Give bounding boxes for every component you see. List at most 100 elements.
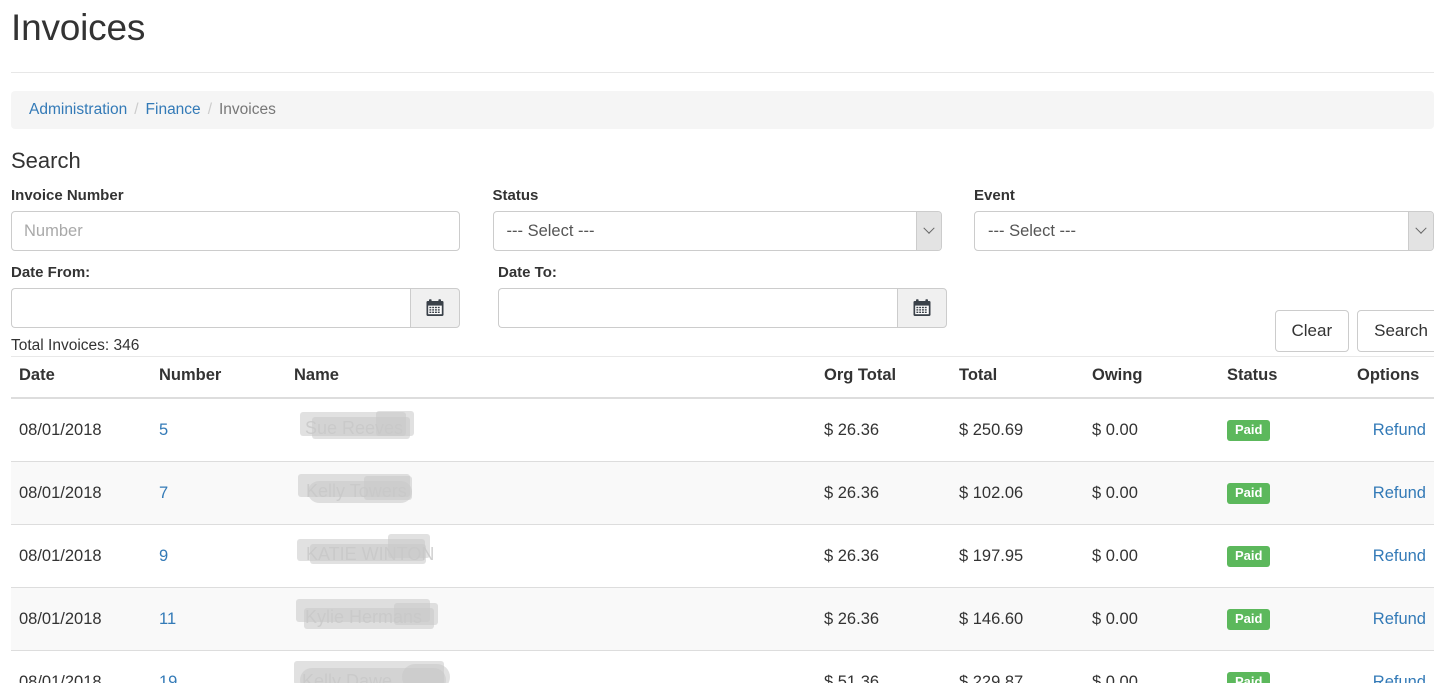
date-from-field-group: Date From: <box>11 263 498 328</box>
status-badge: Paid <box>1227 545 1271 567</box>
invoice-number-field-group: Invoice Number <box>11 186 493 251</box>
invoice-number-link[interactable]: 9 <box>159 547 168 565</box>
cell-org-total: $ 26.36 <box>816 398 951 462</box>
cell-number: 9 <box>151 524 286 588</box>
column-header-total[interactable]: Total <box>951 356 1084 399</box>
cell-number: 19 <box>151 650 286 683</box>
column-header-owing[interactable]: Owing <box>1084 356 1219 399</box>
cell-total: $ 250.69 <box>951 398 1084 462</box>
cell-owing: $ 0.00 <box>1084 524 1219 588</box>
invoice-number-link[interactable]: 11 <box>159 610 176 628</box>
cell-org-total: $ 51.36 <box>816 650 951 683</box>
redaction-mark <box>376 411 414 436</box>
breadcrumb-separator: / <box>207 101 212 118</box>
breadcrumb-item-administration[interactable]: Administration <box>29 101 127 119</box>
cell-owing: $ 0.00 <box>1084 587 1219 651</box>
status-badge: Paid <box>1227 608 1271 630</box>
breadcrumb-item-invoices: Invoices <box>219 101 276 118</box>
cell-date: 08/01/2018 <box>11 650 151 683</box>
cell-total: $ 229.87 <box>951 650 1084 683</box>
calendar-icon-button[interactable] <box>410 288 460 328</box>
cell-org-total: $ 26.36 <box>816 587 951 651</box>
column-header-number[interactable]: Number <box>151 356 286 399</box>
search-heading: Search <box>11 148 81 173</box>
cell-total: $ 102.06 <box>951 461 1084 525</box>
cell-options: Refund <box>1349 398 1434 462</box>
invoices-table-head: Date Number Name Org Total Total Owing S… <box>11 356 1434 399</box>
cell-name: Sue Reeves <box>286 398 816 462</box>
date-to-input[interactable] <box>498 288 897 328</box>
refund-link[interactable]: Refund <box>1373 547 1426 565</box>
cell-date: 08/01/2018 <box>11 524 151 588</box>
invoice-number-link[interactable]: 19 <box>159 673 177 683</box>
clear-button[interactable]: Clear <box>1274 310 1350 352</box>
page-title: Invoices <box>11 7 146 48</box>
date-from-input[interactable] <box>11 288 410 328</box>
breadcrumb: Administration / Finance / Invoices <box>11 91 1434 129</box>
cell-status: Paid <box>1219 524 1349 588</box>
event-select[interactable]: --- Select --- <box>974 211 1434 251</box>
column-header-org-total[interactable]: Org Total <box>816 356 951 399</box>
date-to-label: Date To: <box>498 264 557 281</box>
cell-name: KATIE WINTON <box>286 524 816 588</box>
table-row: 08/01/2018 7 Kelly Towers $ 26.36 $ 102.… <box>11 461 1434 525</box>
cell-options: Refund <box>1349 461 1434 525</box>
status-badge: Paid <box>1227 482 1271 504</box>
refund-link[interactable]: Refund <box>1373 673 1426 683</box>
status-select[interactable]: --- Select --- <box>492 211 942 251</box>
calendar-icon <box>913 299 931 316</box>
date-from-input-group <box>11 288 460 328</box>
status-badge: Paid <box>1227 419 1271 441</box>
refund-link[interactable]: Refund <box>1373 484 1426 502</box>
search-actions: Clear Search <box>1267 310 1434 352</box>
date-from-label: Date From: <box>11 264 91 281</box>
status-label: Status <box>492 187 539 204</box>
search-form-row-1: Invoice Number Status --- Select --- Eve… <box>11 186 1434 251</box>
breadcrumb-separator: / <box>134 101 139 118</box>
event-field-group: Event --- Select --- <box>974 186 1434 251</box>
cell-owing: $ 0.00 <box>1084 398 1219 462</box>
cell-total: $ 146.60 <box>951 587 1084 651</box>
chevron-down-icon <box>915 212 941 250</box>
table-row: 08/01/2018 11 Kylie Hermans $ 26.36 $ 14… <box>11 587 1434 651</box>
cell-options: Refund <box>1349 587 1434 651</box>
redaction-mark <box>388 534 430 558</box>
invoice-number-link[interactable]: 7 <box>159 484 168 502</box>
table-row: 08/01/2018 19 Kelly Dawe $ 51.36 $ 229.8… <box>11 650 1434 683</box>
cell-number: 5 <box>151 398 286 462</box>
refund-link[interactable]: Refund <box>1373 421 1426 439</box>
cell-name: Kylie Hermans <box>286 587 816 651</box>
cell-options: Refund <box>1349 650 1434 683</box>
status-field-group: Status --- Select --- <box>492 186 975 251</box>
redaction-mark <box>394 603 438 625</box>
chevron-down-icon <box>1408 212 1433 250</box>
date-to-input-group <box>498 288 947 328</box>
cell-date: 08/01/2018 <box>11 587 151 651</box>
column-header-status[interactable]: Status <box>1219 356 1349 399</box>
calendar-icon-button[interactable] <box>897 288 947 328</box>
cell-number: 7 <box>151 461 286 525</box>
refund-link[interactable]: Refund <box>1373 610 1426 628</box>
table-header-row: Date Number Name Org Total Total Owing S… <box>11 356 1434 399</box>
cell-date: 08/01/2018 <box>11 398 151 462</box>
column-header-date[interactable]: Date <box>11 356 151 399</box>
status-select-value: --- Select --- <box>506 221 595 240</box>
cell-status: Paid <box>1219 398 1349 462</box>
cell-org-total: $ 26.36 <box>816 524 951 588</box>
event-label: Event <box>974 187 1015 204</box>
invoices-table-body: 08/01/2018 5 Sue Reeves $ 26.36 $ 250.69… <box>11 398 1434 683</box>
search-button[interactable]: Search <box>1357 310 1434 352</box>
column-header-options: Options <box>1349 356 1434 399</box>
breadcrumb-item-finance[interactable]: Finance <box>146 101 201 119</box>
cell-name: Kelly Dawe <box>286 650 816 683</box>
invoices-table: Date Number Name Org Total Total Owing S… <box>11 356 1434 683</box>
redaction-mark <box>402 664 450 683</box>
cell-status: Paid <box>1219 650 1349 683</box>
status-badge: Paid <box>1227 671 1271 683</box>
invoice-number-link[interactable]: 5 <box>159 421 168 439</box>
cell-status: Paid <box>1219 461 1349 525</box>
invoice-number-input[interactable] <box>11 211 460 251</box>
column-header-name[interactable]: Name <box>286 356 816 399</box>
cell-org-total: $ 26.36 <box>816 461 951 525</box>
cell-status: Paid <box>1219 587 1349 651</box>
